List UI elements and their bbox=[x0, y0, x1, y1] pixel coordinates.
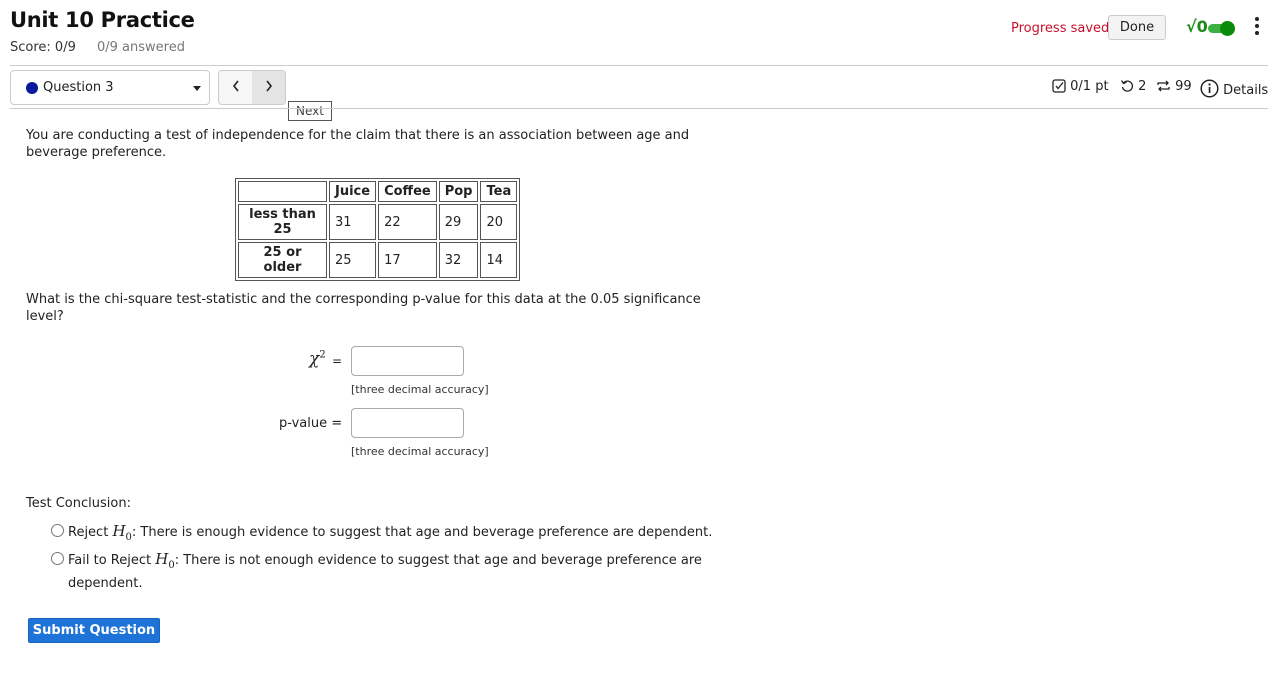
table-header-row: Juice Coffee Pop Tea bbox=[238, 181, 518, 202]
column-header: Pop bbox=[438, 181, 479, 202]
column-header: Coffee bbox=[378, 181, 437, 202]
progress-status: Progress saved bbox=[1011, 21, 1110, 36]
points-text: 0/1 pt bbox=[1070, 79, 1109, 94]
math-entry-icon: √0 bbox=[1186, 17, 1208, 36]
column-header: Juice bbox=[329, 181, 377, 202]
option-reject-h0[interactable]: Reject H0: There is enough evidence to s… bbox=[51, 522, 721, 547]
option-text: : There is enough evidence to suggest th… bbox=[131, 525, 713, 540]
table-cell: 22 bbox=[378, 204, 437, 240]
next-question-button[interactable] bbox=[252, 71, 285, 104]
option-prefix: Fail to Reject bbox=[68, 553, 152, 568]
table-cell: 32 bbox=[438, 242, 479, 278]
next-tooltip: Next bbox=[288, 101, 332, 121]
submit-question-button[interactable]: Submit Question bbox=[28, 618, 160, 643]
details-link[interactable]: Details bbox=[1200, 79, 1268, 98]
question-intro: You are conducting a test of independenc… bbox=[26, 128, 690, 160]
conclusion-label: Test Conclusion: bbox=[26, 496, 131, 511]
table-row: less than 25 31 22 29 20 bbox=[238, 204, 518, 240]
table-cell: 14 bbox=[480, 242, 518, 278]
attempts-count: 99 bbox=[1175, 79, 1192, 94]
chi-square-label: χ2 bbox=[309, 349, 326, 369]
chi-equals: = bbox=[332, 354, 343, 368]
divider bbox=[10, 65, 1268, 66]
math-entry-toggle[interactable] bbox=[1208, 21, 1236, 36]
radio-button[interactable] bbox=[51, 524, 64, 537]
table-cell: 25 bbox=[329, 242, 377, 278]
table-cell: 17 bbox=[378, 242, 437, 278]
option-fail-to-reject-h0[interactable]: Fail to Reject H0: There is not enough e… bbox=[51, 550, 721, 593]
retries-count: 2 bbox=[1138, 79, 1147, 94]
p-value-label: p-value = bbox=[279, 416, 343, 431]
chevron-right-icon bbox=[266, 80, 273, 92]
chi-exponent: 2 bbox=[319, 349, 326, 361]
points-indicator: 0/1 pt bbox=[1052, 79, 1109, 94]
question-prompt: What is the chi-square test-statistic an… bbox=[26, 292, 701, 324]
column-header: Tea bbox=[480, 181, 518, 202]
question-nav-group bbox=[218, 70, 286, 105]
table-row: 25 or older 25 17 32 14 bbox=[238, 242, 518, 278]
chi-symbol: χ bbox=[309, 349, 320, 369]
toggle-knob bbox=[1220, 21, 1235, 36]
score: Score: 0/9 bbox=[10, 40, 76, 55]
contingency-table: Juice Coffee Pop Tea less than 25 31 22 … bbox=[235, 178, 521, 281]
question-select[interactable]: Question 3 bbox=[10, 70, 210, 105]
radio-button[interactable] bbox=[51, 552, 64, 565]
p-value-hint: [three decimal accuracy] bbox=[351, 445, 489, 458]
question-status-dot-icon bbox=[26, 82, 38, 94]
previous-question-button[interactable] bbox=[219, 71, 253, 104]
checkbox-icon bbox=[1052, 79, 1066, 93]
answered-count: 0/9 answered bbox=[97, 40, 185, 55]
assignment-title: Unit 10 Practice bbox=[10, 8, 195, 32]
details-label: Details bbox=[1223, 83, 1269, 98]
h0-symbol: H0 bbox=[112, 522, 132, 543]
p-value-input[interactable] bbox=[351, 408, 464, 438]
table-corner-cell bbox=[238, 181, 327, 202]
table-cell: 31 bbox=[329, 204, 377, 240]
divider bbox=[10, 108, 1268, 109]
option-prefix: Reject bbox=[68, 525, 109, 540]
attempts-indicator: 99 bbox=[1156, 79, 1192, 94]
table-cell: 20 bbox=[480, 204, 518, 240]
attempts-repeat-icon bbox=[1157, 80, 1170, 92]
info-icon bbox=[1200, 79, 1219, 98]
chi-square-input[interactable] bbox=[351, 346, 464, 376]
chi-square-hint: [three decimal accuracy] bbox=[351, 383, 489, 396]
done-button[interactable]: Done bbox=[1108, 15, 1166, 40]
retry-icon bbox=[1120, 80, 1134, 92]
question-select-label: Question 3 bbox=[43, 80, 114, 95]
chevron-down-icon bbox=[193, 86, 201, 91]
h0-symbol: H0 bbox=[155, 550, 175, 571]
row-header: 25 or older bbox=[238, 242, 327, 278]
retries-indicator: 2 bbox=[1120, 79, 1146, 94]
row-header: less than 25 bbox=[238, 204, 327, 240]
chevron-left-icon bbox=[232, 80, 239, 92]
more-options-icon[interactable] bbox=[1254, 16, 1260, 36]
table-cell: 29 bbox=[438, 204, 479, 240]
